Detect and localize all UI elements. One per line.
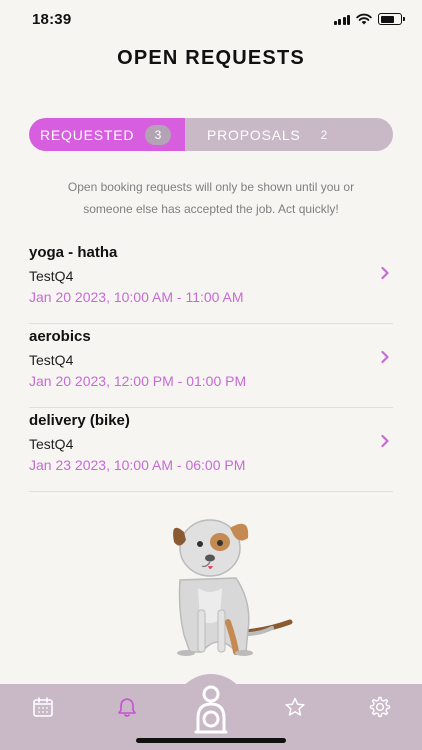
status-bar: 18:39 bbox=[0, 0, 422, 40]
request-activity: delivery (bike) bbox=[29, 412, 130, 429]
requests-segmented-control: REQUESTED 3 PROPOSALS 2 bbox=[29, 118, 393, 151]
profile-icon bbox=[194, 685, 228, 734]
request-client: TestQ4 bbox=[29, 436, 74, 452]
bell-icon bbox=[118, 698, 136, 717]
calendar-icon bbox=[33, 697, 53, 717]
info-text: Open booking requests will only be shown… bbox=[20, 176, 402, 220]
info-text-line-2: someone else has accepted the job. Act q… bbox=[83, 202, 339, 216]
tab-proposals-label: PROPOSALS bbox=[207, 126, 301, 143]
page-title: OPEN REQUESTS bbox=[117, 47, 305, 69]
dog-illustration bbox=[173, 519, 293, 656]
status-time: 18:39 bbox=[32, 11, 72, 28]
requested-count-badge: 3 bbox=[145, 124, 172, 145]
tab-calendar[interactable] bbox=[28, 692, 58, 722]
request-item[interactable]: aerobics TestQ4 Jan 20 2023, 12:00 PM - … bbox=[29, 324, 393, 408]
request-time: Jan 20 2023, 12:00 PM - 01:00 PM bbox=[29, 373, 247, 389]
request-activity: yoga - hatha bbox=[29, 244, 118, 261]
request-client: TestQ4 bbox=[29, 268, 74, 284]
tab-settings[interactable] bbox=[364, 692, 394, 722]
info-text-line-1: Open booking requests will only be shown… bbox=[67, 180, 355, 194]
cellular-signal-icon bbox=[333, 14, 350, 25]
tab-profile[interactable] bbox=[193, 684, 229, 736]
battery-icon bbox=[378, 13, 405, 25]
gear-icon bbox=[369, 696, 391, 718]
status-icons bbox=[333, 13, 405, 25]
chevron-right-icon bbox=[381, 434, 389, 448]
request-activity: aerobics bbox=[29, 328, 91, 345]
tab-requested[interactable]: REQUESTED 3 bbox=[29, 118, 185, 151]
star-icon bbox=[285, 697, 305, 716]
wifi-icon bbox=[356, 13, 372, 25]
request-time: Jan 20 2023, 10:00 AM - 11:00 AM bbox=[29, 289, 244, 305]
request-item[interactable]: yoga - hatha TestQ4 Jan 20 2023, 10:00 A… bbox=[29, 240, 393, 324]
chevron-right-icon bbox=[381, 350, 389, 364]
home-indicator bbox=[136, 738, 286, 743]
tab-requested-label: REQUESTED bbox=[40, 126, 135, 143]
request-item[interactable]: delivery (bike) TestQ4 Jan 23 2023, 10:0… bbox=[29, 408, 393, 492]
tab-proposals[interactable]: PROPOSALS 2 bbox=[185, 118, 393, 151]
proposals-count-badge: 2 bbox=[320, 127, 329, 142]
chevron-right-icon bbox=[381, 266, 389, 280]
request-list: yoga - hatha TestQ4 Jan 20 2023, 10:00 A… bbox=[29, 240, 393, 492]
request-time: Jan 23 2023, 10:00 AM - 06:00 PM bbox=[29, 457, 246, 473]
tab-favorites[interactable] bbox=[280, 692, 310, 722]
tab-notifications[interactable] bbox=[112, 692, 142, 722]
request-client: TestQ4 bbox=[29, 352, 74, 368]
